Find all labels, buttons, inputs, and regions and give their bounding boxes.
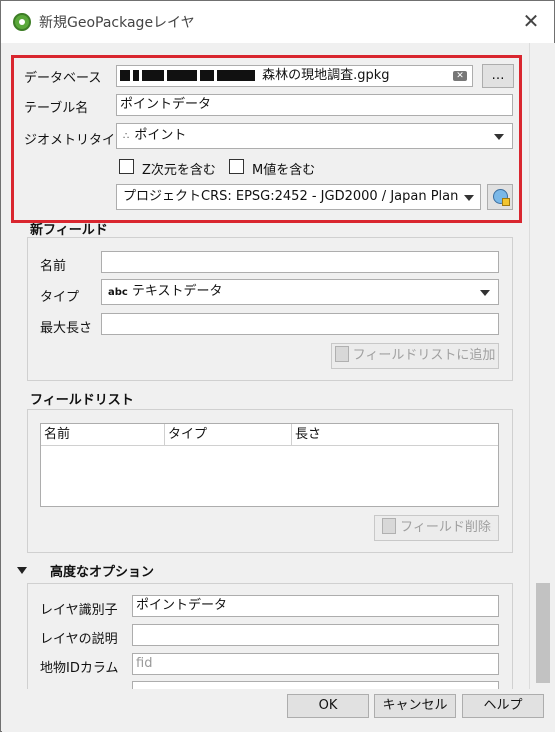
chevron-down-icon	[494, 134, 504, 140]
field-type-select[interactable]: abc テキストデータ	[101, 279, 499, 305]
vertical-scrollbar[interactable]	[529, 43, 555, 689]
fid-column-label: 地物IDカラム	[40, 661, 119, 676]
column-header-type[interactable]: タイプ	[165, 424, 292, 446]
field-name-input[interactable]	[101, 251, 499, 273]
field-type-value: テキストデータ	[131, 284, 223, 299]
cancel-button[interactable]: キャンセル	[374, 694, 456, 718]
table-header: 名前 タイプ 長さ	[41, 424, 498, 446]
dialog-scroll-area: データベース 森林の現地調査.gpkg ✕ … テーブル名 ポイントデータ ジオ…	[2, 43, 555, 689]
layer-id-input[interactable]: ポイントデータ	[132, 595, 499, 617]
delete-field-icon	[382, 518, 397, 534]
dialog-footer: OK キャンセル ヘルプ	[2, 689, 555, 732]
field-type-label: タイプ	[40, 290, 80, 305]
point-geometry-icon: ∴	[123, 131, 129, 142]
next-option-input[interactable]	[132, 681, 499, 689]
window-title: 新規GeoPackageレイヤ	[39, 15, 195, 31]
chevron-down-icon	[480, 290, 490, 296]
m-value-label: M値を含む	[252, 163, 316, 178]
advanced-options-title[interactable]: 高度なオプション	[50, 561, 154, 580]
column-header-name[interactable]: 名前	[41, 424, 165, 446]
geometry-type-label: ジオメトリタイプ	[24, 133, 129, 148]
browse-button[interactable]: …	[482, 64, 514, 88]
collapse-triangle-icon[interactable]	[17, 567, 27, 574]
crs-value: プロジェクトCRS: EPSG:2452 - JGD2000 / Japan P…	[123, 189, 459, 204]
add-field-icon	[334, 346, 349, 362]
layer-description-label: レイヤの説明	[40, 632, 118, 647]
delete-field-label: フィールド削除	[400, 520, 491, 535]
scrollbar-thumb[interactable]	[536, 583, 550, 683]
database-filename: 森林の現地調査.gpkg	[262, 68, 390, 83]
add-to-field-list-label: フィールドリストに追加	[352, 348, 496, 363]
crs-select[interactable]: プロジェクトCRS: EPSG:2452 - JGD2000 / Japan P…	[116, 184, 481, 210]
geometry-type-value: ポイント	[134, 128, 187, 143]
ok-button[interactable]: OK	[287, 694, 369, 718]
table-name-label: テーブル名	[24, 101, 89, 116]
add-to-field-list-button[interactable]: フィールドリストに追加	[331, 343, 499, 369]
z-dimension-label: Z次元を含む	[142, 163, 216, 178]
title-bar: 新規GeoPackageレイヤ ✕	[1, 1, 554, 43]
text-type-icon: abc	[108, 287, 128, 298]
layer-id-label: レイヤ識別子	[40, 603, 118, 618]
delete-field-button[interactable]: フィールド削除	[374, 515, 499, 541]
field-list-title: フィールドリスト	[30, 393, 134, 408]
help-button[interactable]: ヘルプ	[462, 694, 544, 718]
z-dimension-checkbox[interactable]	[119, 159, 134, 174]
chevron-down-icon	[464, 195, 474, 201]
max-length-label: 最大長さ	[40, 321, 93, 336]
redacted-path	[120, 68, 262, 83]
new-field-title: 新フィールド	[30, 223, 108, 238]
column-header-length[interactable]: 長さ	[292, 424, 498, 446]
qgis-logo-icon	[13, 13, 31, 31]
m-value-checkbox[interactable]	[229, 159, 244, 174]
database-label: データベース	[24, 71, 102, 86]
database-field[interactable]: 森林の現地調査.gpkg	[116, 65, 473, 87]
field-list-table[interactable]: 名前 タイプ 長さ	[40, 423, 499, 507]
geometry-type-select[interactable]: ∴ ポイント	[116, 123, 513, 149]
new-geopackage-layer-dialog: 新規GeoPackageレイヤ ✕ データベース 森林の現地調査.gpkg ✕ …	[0, 0, 555, 732]
clear-icon[interactable]: ✕	[453, 71, 467, 81]
close-icon[interactable]: ✕	[519, 9, 543, 33]
max-length-input[interactable]	[101, 313, 499, 335]
fid-column-input[interactable]: fid	[132, 653, 499, 675]
table-name-field[interactable]: ポイントデータ	[116, 94, 513, 116]
field-name-label: 名前	[40, 259, 67, 274]
pencil-icon	[502, 198, 510, 206]
fid-placeholder: fid	[136, 656, 153, 671]
layer-description-input[interactable]	[132, 624, 499, 646]
crs-selector-button[interactable]	[487, 184, 513, 210]
